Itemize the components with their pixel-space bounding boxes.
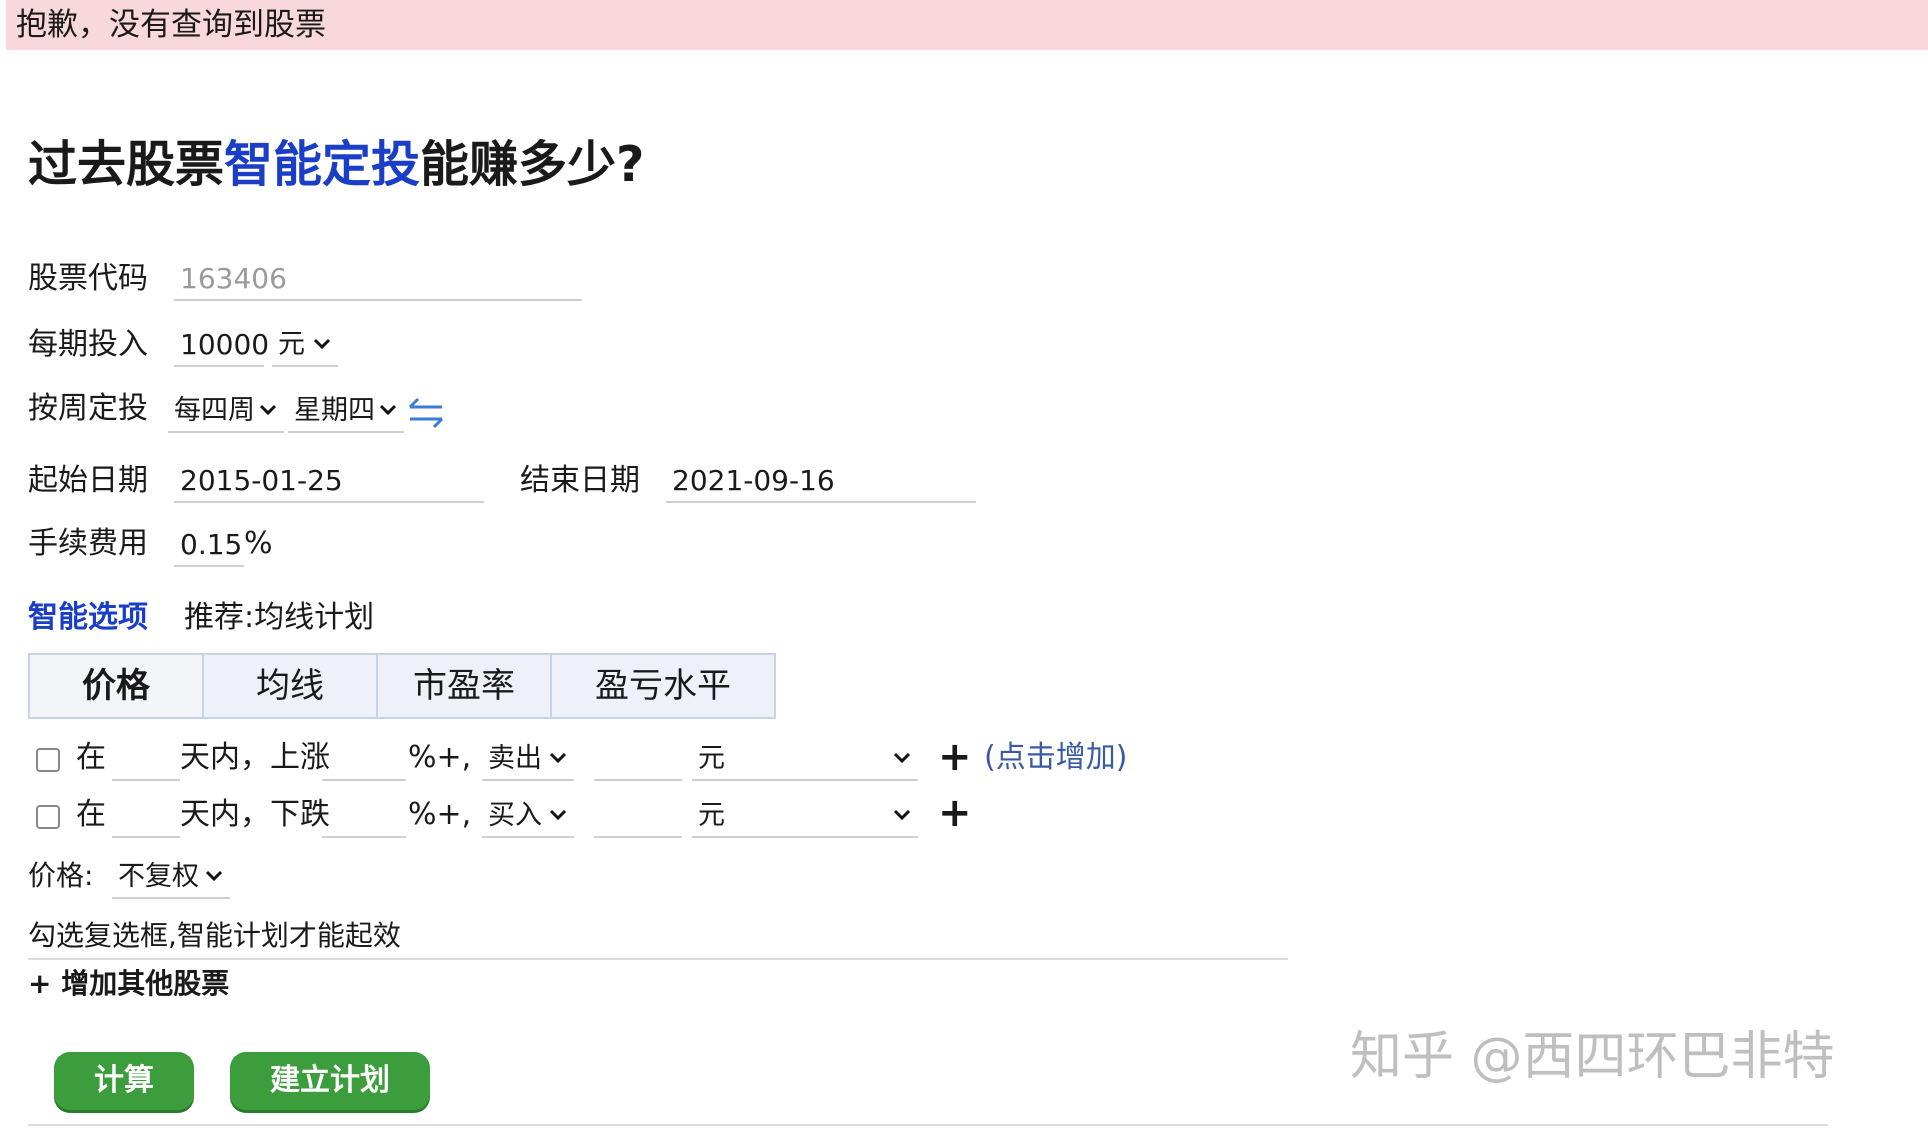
rule-sell-prefix: 在 xyxy=(76,740,106,775)
rule-buy-checkbox[interactable] xyxy=(36,805,60,829)
end-date-input[interactable]: 2021-09-16 xyxy=(666,459,976,503)
stock-code-label: 股票代码 xyxy=(28,261,148,296)
period-frequency-value: 每四周 xyxy=(174,395,255,426)
rule-buy-amount-input[interactable] xyxy=(594,794,682,838)
rule-buy-days-input[interactable] xyxy=(112,794,180,838)
smart-recommend-text: 推荐:均线计划 xyxy=(184,600,375,635)
rule-buy-prefix: 在 xyxy=(76,797,106,832)
invest-label: 每期投入 xyxy=(28,327,148,362)
title-highlight: 智能定投 xyxy=(224,136,421,193)
currency-unit-value: 元 xyxy=(278,329,305,360)
calculate-button[interactable]: 计算 xyxy=(54,1052,194,1110)
chevron-down-icon xyxy=(313,338,331,350)
add-rule-plus-icon[interactable]: + xyxy=(938,793,972,833)
chevron-down-icon xyxy=(549,809,567,821)
price-adjust-label: 价格: xyxy=(28,859,94,892)
tab-profit-level[interactable]: 盈亏水平 xyxy=(552,655,774,717)
rule-buy-action-value: 买入 xyxy=(488,800,542,831)
rule-buy-action-select[interactable]: 买入 xyxy=(482,794,574,838)
period-frequency-select[interactable]: 每四周 xyxy=(168,389,284,433)
fee-unit: % xyxy=(244,526,273,561)
chevron-down-icon xyxy=(549,752,567,764)
chevron-down-icon xyxy=(205,870,223,882)
period-weekday-select[interactable]: 星期四 xyxy=(288,389,404,433)
error-alert: 抱歉，没有查询到股票 xyxy=(6,0,1928,50)
swap-icon[interactable] xyxy=(406,393,446,433)
smart-option-tabs: 价格 均线 市盈率 盈亏水平 xyxy=(28,653,776,719)
rule-sell-checkbox[interactable] xyxy=(36,748,60,772)
rule-sell-unit-select[interactable]: 元 xyxy=(692,737,918,781)
add-rule-link[interactable]: (点击增加) xyxy=(984,736,1127,780)
fee-label: 手续费用 xyxy=(28,526,148,561)
tab-moving-average[interactable]: 均线 xyxy=(204,655,378,717)
title-prefix: 过去股票 xyxy=(28,136,225,193)
bottom-divider xyxy=(28,1124,1828,1126)
price-adjust-value: 不复权 xyxy=(118,861,199,892)
rule-buy-text: 天内，下跌 xyxy=(180,797,330,832)
rule-sell-percent-text: %+, xyxy=(408,740,472,775)
checkbox-hint: 勾选复选框,智能计划才能起效 xyxy=(28,919,401,952)
title-suffix: 能赚多少? xyxy=(420,136,645,193)
invest-amount-input[interactable]: 10000 xyxy=(174,323,269,367)
rule-buy-percent-text: %+, xyxy=(408,797,472,832)
end-date-label: 结束日期 xyxy=(520,463,640,498)
rule-sell-text: 天内，上涨 xyxy=(180,740,330,775)
smart-options-link[interactable]: 智能选项 xyxy=(28,596,148,640)
fee-input[interactable]: 0.15 xyxy=(174,523,244,567)
period-weekday-value: 星期四 xyxy=(294,395,375,426)
chevron-down-icon xyxy=(379,404,397,416)
page-title: 过去股票智能定投能赚多少? xyxy=(28,130,644,200)
start-date-input[interactable]: 2015-01-25 xyxy=(174,459,484,503)
rule-buy-unit-value: 元 xyxy=(698,800,725,831)
currency-unit-select[interactable]: 元 xyxy=(272,323,338,367)
watermark: 知乎 @西四环巴非特 xyxy=(1350,1027,1835,1087)
stock-code-input[interactable]: 163406 xyxy=(174,257,582,301)
price-adjust-select[interactable]: 不复权 xyxy=(112,855,230,899)
add-rule-plus-icon[interactable]: + xyxy=(938,737,972,777)
rule-buy-unit-select[interactable]: 元 xyxy=(692,794,918,838)
add-other-stock-link[interactable]: + 增加其他股票 xyxy=(28,962,229,1006)
divider xyxy=(28,958,1288,960)
rule-sell-days-input[interactable] xyxy=(112,737,180,781)
rule-buy-percent-input[interactable] xyxy=(322,794,406,838)
chevron-down-icon xyxy=(259,404,277,416)
rule-sell-percent-input[interactable] xyxy=(322,737,406,781)
chevron-down-icon xyxy=(893,809,911,821)
rule-sell-amount-input[interactable] xyxy=(594,737,682,781)
rule-sell-unit-value: 元 xyxy=(698,743,725,774)
rule-sell-action-select[interactable]: 卖出 xyxy=(482,737,574,781)
rule-sell-action-value: 卖出 xyxy=(488,743,542,774)
tab-pe-ratio[interactable]: 市盈率 xyxy=(378,655,552,717)
period-label: 按周定投 xyxy=(28,391,148,426)
start-date-label: 起始日期 xyxy=(28,463,148,498)
chevron-down-icon xyxy=(893,752,911,764)
create-plan-button[interactable]: 建立计划 xyxy=(230,1052,430,1110)
tab-price[interactable]: 价格 xyxy=(30,655,204,717)
